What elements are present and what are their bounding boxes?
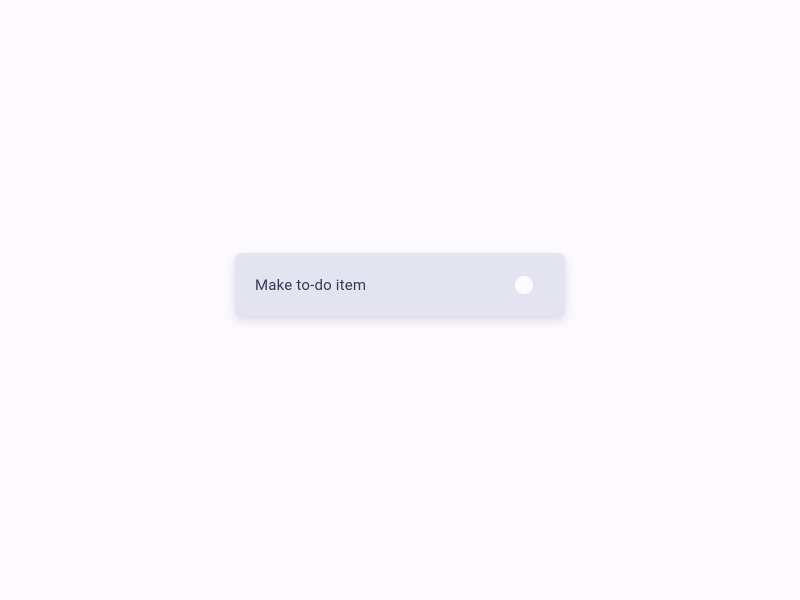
todo-item-label: Make to-do item: [255, 276, 366, 294]
todo-item-card[interactable]: Make to-do item: [235, 253, 565, 317]
todo-checkbox[interactable]: [515, 276, 533, 294]
